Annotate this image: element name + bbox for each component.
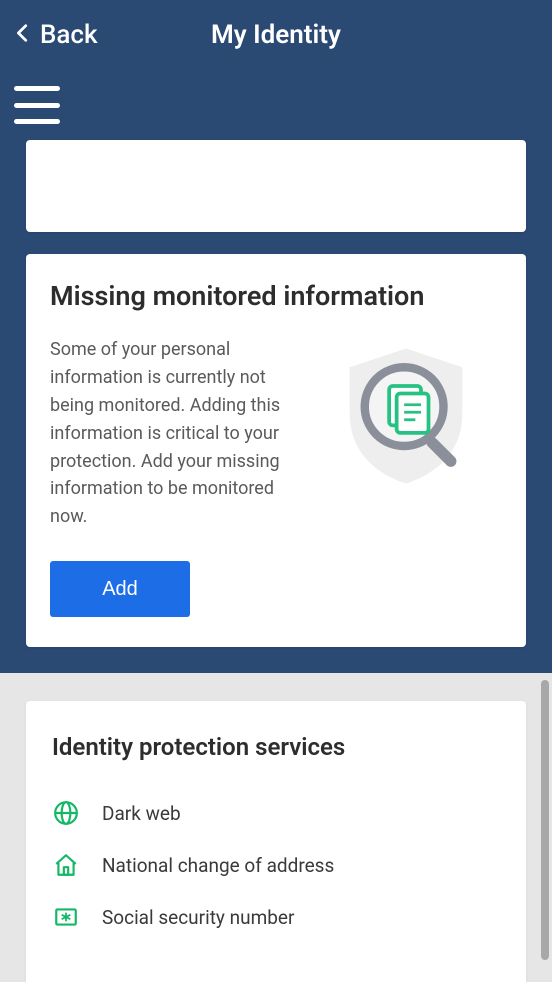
add-button[interactable]: Add (50, 561, 190, 617)
home-icon (52, 851, 80, 879)
scrollbar-thumb[interactable] (541, 680, 549, 960)
sub-header (0, 70, 552, 140)
globe-icon (52, 799, 80, 827)
page-title: My Identity (211, 20, 341, 50)
services-heading: Identity protection services (46, 733, 506, 761)
top-header: Back My Identity (0, 0, 552, 70)
chevron-left-icon (12, 19, 34, 51)
shield-magnify-document-icon (326, 336, 486, 496)
hero-background: Missing monitored information Some of yo… (0, 140, 552, 673)
back-button[interactable]: Back (12, 19, 98, 51)
service-label: National change of address (102, 854, 334, 877)
service-label: Social security number (102, 906, 294, 929)
service-item-dark-web[interactable]: Dark web (46, 787, 506, 839)
service-item-change-of-address[interactable]: National change of address (46, 839, 506, 891)
services-card: Identity protection services Dark web Na… (26, 701, 526, 982)
star-box-icon (52, 903, 80, 931)
missing-info-card: Missing monitored information Some of yo… (26, 254, 526, 647)
service-label: Dark web (102, 802, 181, 825)
missing-info-heading: Missing monitored information (50, 280, 502, 312)
service-item-ssn[interactable]: Social security number (46, 891, 506, 943)
missing-info-body: Some of your personal information is cur… (50, 336, 310, 531)
previous-card-peek (26, 140, 526, 232)
back-label: Back (40, 20, 98, 50)
menu-icon[interactable] (14, 86, 60, 124)
